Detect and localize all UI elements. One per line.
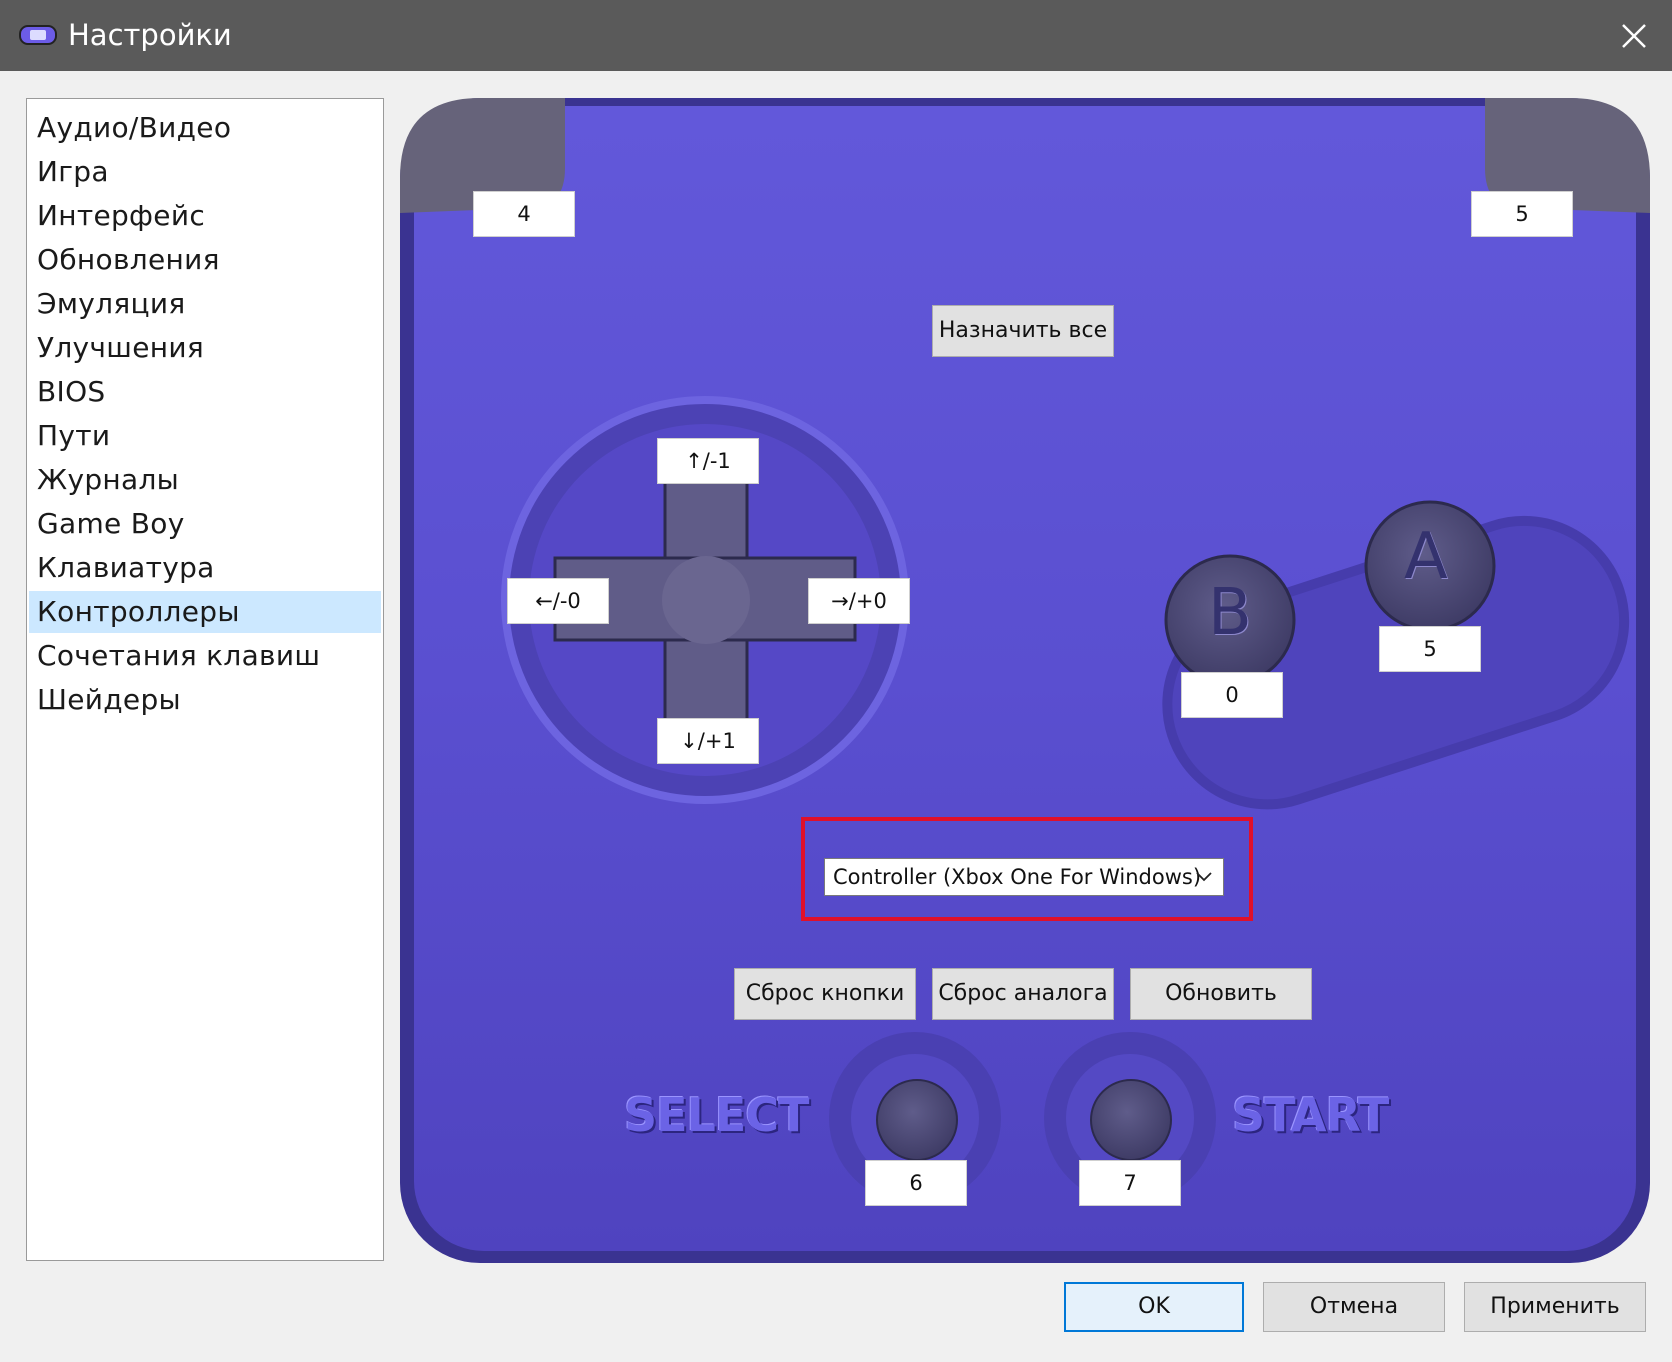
- gamepad-body: [400, 98, 1650, 1263]
- l-shoulder-mapping[interactable]: 4: [473, 191, 575, 237]
- dpad-up-mapping[interactable]: ↑/-1: [657, 438, 759, 484]
- dpad-down-mapping[interactable]: ↓/+1: [657, 718, 759, 764]
- chevron-down-icon: [1195, 859, 1213, 906]
- close-icon: [1622, 23, 1646, 48]
- assign-all-button[interactable]: Назначить все: [932, 305, 1114, 357]
- title-bar: Настройки: [0, 0, 1672, 71]
- start-label: START: [1232, 1088, 1389, 1142]
- b-button-mapping[interactable]: 0: [1181, 672, 1283, 718]
- sidebar-item-shortcuts[interactable]: Сочетания клавиш: [29, 635, 381, 677]
- controller-device-select[interactable]: Controller (Xbox One For Windows): [824, 858, 1224, 896]
- close-button[interactable]: [1596, 0, 1672, 71]
- dpad-left-mapping[interactable]: ←/-0: [507, 578, 609, 624]
- sidebar-item-keyboard[interactable]: Клавиатура: [29, 547, 381, 589]
- apply-button[interactable]: Применить: [1464, 1282, 1646, 1332]
- sidebar-item-game[interactable]: Игра: [29, 151, 381, 193]
- start-mapping[interactable]: 7: [1079, 1160, 1181, 1206]
- r-shoulder-mapping[interactable]: 5: [1471, 191, 1573, 237]
- cancel-button[interactable]: Отмена: [1263, 1282, 1445, 1332]
- a-button-mapping[interactable]: 5: [1379, 626, 1481, 672]
- controller-panel: 4 5 Назначить все ↑/-1 ←/-0 →/+0 ↓/+1 B …: [400, 98, 1650, 1263]
- sidebar-item-controllers[interactable]: Контроллеры: [29, 591, 381, 633]
- reset-analog-button[interactable]: Сброс аналога: [932, 968, 1114, 1020]
- select-label: SELECT: [624, 1088, 809, 1142]
- sidebar-item-bios[interactable]: BIOS: [29, 371, 381, 413]
- select-mapping[interactable]: 6: [865, 1160, 967, 1206]
- dpad-right-mapping[interactable]: →/+0: [808, 578, 910, 624]
- sidebar-item-game-boy[interactable]: Game Boy: [29, 503, 381, 545]
- controller-device-value: Controller (Xbox One For Windows): [833, 865, 1202, 889]
- a-button-label: A: [1404, 520, 1448, 594]
- sidebar-item-shaders[interactable]: Шейдеры: [29, 679, 381, 721]
- sidebar-item-emulation[interactable]: Эмуляция: [29, 283, 381, 325]
- sidebar-item-audio-video[interactable]: Аудио/Видео: [29, 107, 381, 149]
- window-title: Настройки: [68, 18, 232, 52]
- ok-button[interactable]: OK: [1064, 1282, 1244, 1332]
- refresh-button[interactable]: Обновить: [1130, 968, 1312, 1020]
- sidebar-item-enhancements[interactable]: Улучшения: [29, 327, 381, 369]
- sidebar-item-paths[interactable]: Пути: [29, 415, 381, 457]
- reset-buttons-button[interactable]: Сброс кнопки: [734, 968, 916, 1020]
- settings-category-list[interactable]: Аудио/Видео Игра Интерфейс Обновления Эм…: [26, 98, 384, 1261]
- gameboy-icon: [19, 25, 57, 45]
- b-button-label: B: [1208, 576, 1252, 650]
- sidebar-item-logs[interactable]: Журналы: [29, 459, 381, 501]
- sidebar-item-interface[interactable]: Интерфейс: [29, 195, 381, 237]
- sidebar-item-updates[interactable]: Обновления: [29, 239, 381, 281]
